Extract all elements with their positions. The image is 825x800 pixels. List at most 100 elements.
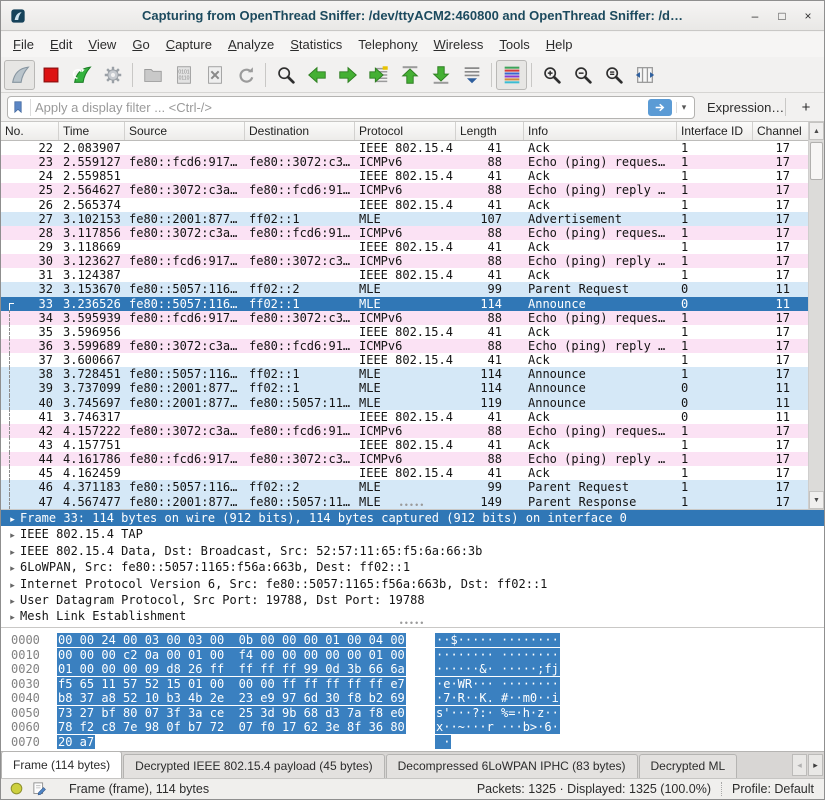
packet-row[interactable]: 333.236526fe80::5057:116…ff02::1MLE114An… [1,297,808,311]
menu-statistics[interactable]: Statistics [282,32,350,57]
vertical-scrollbar[interactable]: ▲ ▼ [808,122,824,509]
stop-capture-button[interactable] [35,60,66,90]
pane-splitter-handle[interactable] [400,503,426,508]
byte-tab[interactable]: Decompressed 6LoWPAN IPHC (83 bytes) [386,754,638,778]
packet-row[interactable]: 373.600667IEEE 802.15.441Ack117 [1,353,808,367]
colorize-button[interactable] [496,60,527,90]
packet-row[interactable]: 323.153670fe80::5057:116…ff02::2MLE99Par… [1,282,808,296]
column-header-destination[interactable]: Destination [245,122,355,140]
packet-row[interactable]: 353.596956IEEE 802.15.441Ack117 [1,325,808,339]
capture-options-button[interactable] [97,60,128,90]
packet-row[interactable]: 363.599689fe80::3072:c3a…fe80::fcd6:91…I… [1,339,808,353]
expert-info-icon[interactable] [9,781,25,797]
packet-row[interactable]: 393.737099fe80::2001:877…ff02::1MLE114An… [1,381,808,395]
restart-capture-button[interactable] [66,60,97,90]
menu-analyze[interactable]: Analyze [220,32,282,57]
byte-tab[interactable]: Decrypted ML [639,754,738,778]
menu-file[interactable]: File [5,32,42,57]
column-header-time[interactable]: Time [59,122,125,140]
hex-line[interactable]: 0030f5 65 11 57 52 15 01 00 00 00 ff ff … [1,677,824,692]
add-filter-button[interactable]: + [796,99,816,116]
menu-edit[interactable]: Edit [42,32,80,57]
hex-line[interactable]: 005073 27 bf 80 07 3f 3a ce 25 3d 9b 68 … [1,706,824,721]
minimize-button[interactable]: – [744,1,766,31]
column-header-no[interactable]: No. [1,122,59,140]
scroll-up-icon[interactable]: ▲ [809,122,824,140]
search-input[interactable] [35,100,648,115]
packet-row[interactable]: 424.157222fe80::3072:c3a…fe80::fcd6:91…I… [1,424,808,438]
packet-row[interactable]: 434.157751IEEE 802.15.441Ack117 [1,438,808,452]
hex-line[interactable]: 001000 00 00 c2 0a 00 01 00 f4 00 00 00 … [1,648,824,663]
menu-help[interactable]: Help [538,32,581,57]
detail-line[interactable]: ▸Frame 33: 114 bytes on wire (912 bits),… [1,510,824,526]
find-packet-button[interactable] [270,60,301,90]
menu-capture[interactable]: Capture [158,32,220,57]
close-button[interactable]: × [797,1,819,31]
menu-view[interactable]: View [80,32,124,57]
previous-packet-button[interactable] [301,60,332,90]
column-header-interfaceid[interactable]: Interface ID [677,122,753,140]
menu-wireless[interactable]: Wireless [426,32,492,57]
packet-row[interactable]: 464.371183fe80::5057:116…ff02::2MLE99Par… [1,480,808,494]
packet-row[interactable]: 242.559851IEEE 802.15.441Ack117 [1,169,808,183]
next-packet-button[interactable] [332,60,363,90]
scroll-down-icon[interactable]: ▼ [809,491,824,509]
column-header-info[interactable]: Info [524,122,677,140]
detail-line[interactable]: ▸User Datagram Protocol, Src Port: 19788… [1,592,824,608]
menu-tools[interactable]: Tools [491,32,537,57]
hex-line[interactable]: 000000 00 24 00 03 00 03 00 0b 00 00 00 … [1,633,824,648]
filter-history-dropdown-icon[interactable]: ▾ [676,102,691,113]
byte-tab[interactable]: Frame (114 bytes) [1,751,122,778]
display-filter-field[interactable]: ▾ [7,96,695,119]
packet-row[interactable]: 383.728451fe80::5057:116…ff02::1MLE114An… [1,367,808,381]
column-header-channel[interactable]: Channel [753,122,810,140]
menu-telephony[interactable]: Telephony [350,32,425,57]
auto-scroll-button[interactable] [456,60,487,90]
hex-line[interactable]: 007020 a7 · [1,735,824,750]
goto-packet-button[interactable] [363,60,394,90]
scrollbar-track[interactable] [809,140,824,491]
packet-row[interactable]: 222.083907IEEE 802.15.441Ack117 [1,141,808,155]
packet-row[interactable]: 454.162459IEEE 802.15.441Ack117 [1,466,808,480]
zoom-out-button[interactable] [567,60,598,90]
detail-line[interactable]: ▸IEEE 802.15.4 TAP [1,526,824,542]
tab-scroll-right-icon[interactable]: ▸ [808,754,823,776]
scrollbar-thumb[interactable] [810,142,823,180]
packet-row[interactable]: 293.118669IEEE 802.15.441Ack117 [1,240,808,254]
hex-line[interactable]: 006078 f2 c8 7e 98 0f b7 72 07 f0 17 62 … [1,720,824,735]
packet-row[interactable]: 343.595939fe80::fcd6:917…fe80::3072:c3…I… [1,311,808,325]
status-profile[interactable]: Profile: Default [732,782,814,796]
packet-row[interactable]: 303.123627fe80::fcd6:917…fe80::3072:c3…I… [1,254,808,268]
capture-comment-icon[interactable] [32,781,48,797]
detail-line[interactable]: ▸IEEE 802.15.4 Data, Dst: Broadcast, Src… [1,543,824,559]
expression-button[interactable]: Expression… [707,100,784,115]
menu-go[interactable]: Go [124,32,157,57]
packet-row[interactable]: 283.117856fe80::3072:c3a…fe80::fcd6:91…I… [1,226,808,240]
first-packet-button[interactable] [394,60,425,90]
apply-filter-button[interactable] [648,99,672,116]
resize-columns-button[interactable] [629,60,660,90]
hex-line[interactable]: 0040b8 37 a8 52 10 b3 4b 2e 23 e9 97 6d … [1,691,824,706]
detail-line[interactable]: ▸Internet Protocol Version 6, Src: fe80:… [1,576,824,592]
packet-row[interactable]: 444.161786fe80::fcd6:917…fe80::3072:c3…I… [1,452,808,466]
hex-line[interactable]: 002001 00 00 00 09 d8 26 ff ff ff ff 99 … [1,662,824,677]
packet-row[interactable]: 273.102153fe80::2001:877…ff02::1MLE107Ad… [1,212,808,226]
column-header-source[interactable]: Source [125,122,245,140]
zoom-in-button[interactable] [536,60,567,90]
column-header-protocol[interactable]: Protocol [355,122,456,140]
column-header-length[interactable]: Length [456,122,524,140]
pane-splitter-handle[interactable] [400,621,426,626]
packet-row[interactable]: 252.564627fe80::3072:c3a…fe80::fcd6:91…I… [1,183,808,197]
detail-line[interactable]: ▸6LoWPAN, Src: fe80::5057:1165:f56a:663b… [1,559,824,575]
last-packet-button[interactable] [425,60,456,90]
packet-row[interactable]: 413.746317IEEE 802.15.441Ack011 [1,410,808,424]
zoom-reset-button[interactable] [598,60,629,90]
maximize-button[interactable]: □ [771,1,793,31]
byte-tab[interactable]: Decrypted IEEE 802.15.4 payload (45 byte… [123,754,384,778]
packet-row[interactable]: 262.565374IEEE 802.15.441Ack117 [1,198,808,212]
packet-row[interactable]: 313.124387IEEE 802.15.441Ack117 [1,268,808,282]
packet-row[interactable]: 403.745697fe80::2001:877…fe80::5057:11…M… [1,396,808,410]
bookmark-icon[interactable] [11,99,31,116]
packet-row[interactable]: 232.559127fe80::fcd6:917…fe80::3072:c3…I… [1,155,808,169]
tab-scroll-left-icon[interactable]: ◂ [792,754,807,776]
